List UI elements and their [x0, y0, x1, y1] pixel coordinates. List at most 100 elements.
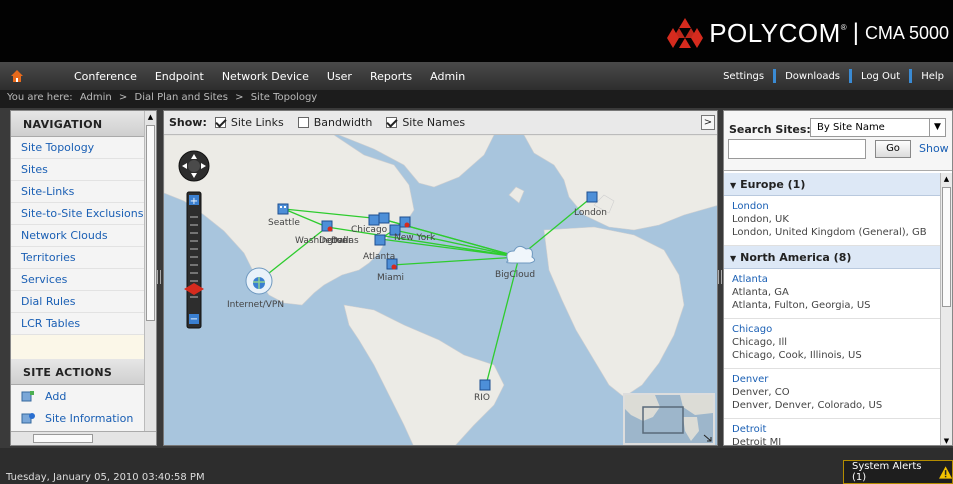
- right-splitter[interactable]: [718, 270, 722, 284]
- menu-admin[interactable]: Admin: [430, 70, 465, 83]
- nav-services[interactable]: Services: [11, 269, 145, 291]
- nav-network-clouds[interactable]: Network Clouds: [11, 225, 145, 247]
- scroll-down-icon[interactable]: ▼: [941, 435, 952, 445]
- header: POLYCOM ® | CMA 5000: [0, 0, 953, 62]
- left-splitter[interactable]: [157, 270, 161, 284]
- scroll-up-icon[interactable]: ▲: [941, 173, 952, 185]
- label-seattle: Seattle: [268, 218, 300, 228]
- breadcrumb-sep: >: [118, 92, 128, 103]
- site-node-seattle[interactable]: [277, 203, 289, 215]
- right-panel-scrollbar[interactable]: ▲ ▼: [940, 173, 952, 445]
- nav-lcr-tables[interactable]: LCR Tables: [11, 313, 145, 335]
- label-atlanta: Atlanta: [363, 252, 395, 262]
- site-item-denver[interactable]: Denver Denver, CO Denver, Denver, Colora…: [724, 369, 942, 419]
- site-node-detroit[interactable]: [378, 212, 390, 224]
- site-location: Denver, CO: [732, 387, 790, 398]
- hscroll-thumb[interactable]: [33, 434, 93, 443]
- expand-icon: ▼: [730, 254, 737, 263]
- scroll-up-icon[interactable]: ▲: [145, 111, 156, 123]
- left-panel-scrollbar[interactable]: ▲: [144, 111, 156, 431]
- site-address: Chicago, Cook, Illinois, US: [732, 350, 862, 361]
- breadcrumb: You are here: Admin > Dial Plan and Site…: [0, 90, 953, 108]
- show-options-bar: Show: Site Links Bandwidth Site Names >: [164, 111, 717, 135]
- breadcrumb-dial-plan[interactable]: Dial Plan and Sites: [135, 92, 228, 103]
- brand-name: POLYCOM: [709, 17, 841, 48]
- site-location: London, UK: [732, 214, 789, 225]
- site-names-checkbox[interactable]: Site Names: [386, 116, 465, 129]
- menu-user[interactable]: User: [327, 70, 352, 83]
- cloud-node-internet-vpn[interactable]: [245, 267, 273, 295]
- site-info-icon: [21, 413, 35, 424]
- menu-conference[interactable]: Conference: [74, 70, 137, 83]
- site-links-checkbox[interactable]: Site Links: [214, 116, 284, 129]
- site-results-list: ▼ Europe (1) London London, UK London, Un…: [724, 173, 942, 446]
- checkbox-checked-icon: [386, 117, 398, 128]
- bandwidth-label: Bandwidth: [313, 116, 373, 129]
- search-mode-select[interactable]: By Site Name ▼: [810, 118, 946, 137]
- status-bar: Tuesday, January 05, 2010 03:40:58 PM Sy…: [0, 448, 953, 484]
- current-datetime: Tuesday, January 05, 2010 03:40:58 PM: [6, 472, 205, 483]
- help-link[interactable]: Help: [912, 71, 953, 82]
- home-icon[interactable]: [0, 62, 34, 90]
- site-item-chicago[interactable]: Chicago Chicago, Ill Chicago, Cook, Illi…: [724, 319, 942, 369]
- logout-link[interactable]: Log Out: [852, 71, 909, 82]
- svg-text:−: −: [190, 314, 198, 325]
- site-name[interactable]: Denver: [732, 373, 942, 386]
- menu-endpoint[interactable]: Endpoint: [155, 70, 204, 83]
- collapse-panel-button[interactable]: >: [701, 115, 715, 130]
- site-node-atlanta[interactable]: [374, 234, 386, 246]
- action-site-information[interactable]: Site Information: [11, 407, 145, 429]
- group-north-america[interactable]: ▼ North America (8): [724, 246, 942, 269]
- warning-icon: [938, 465, 952, 479]
- search-label: Search Sites:: [729, 123, 811, 136]
- breadcrumb-admin[interactable]: Admin: [80, 92, 112, 103]
- label-washington: Washington: [295, 236, 348, 246]
- nav-site-to-site-exclusions[interactable]: Site-to-Site Exclusions: [11, 203, 145, 225]
- nav-territories[interactable]: Territories: [11, 247, 145, 269]
- nav-sites[interactable]: Sites: [11, 159, 145, 181]
- site-item-atlanta[interactable]: Atlanta Atlanta, GA Atlanta, Fulton, Geo…: [724, 269, 942, 319]
- site-node-newyork[interactable]: [399, 216, 411, 228]
- group-europe-label: Europe (1): [740, 178, 806, 191]
- action-add[interactable]: Add: [11, 385, 145, 407]
- topology-map-panel: Show: Site Links Bandwidth Site Names >: [163, 110, 718, 446]
- scroll-thumb[interactable]: [942, 187, 951, 307]
- site-item-london[interactable]: London London, UK London, United Kingdom…: [724, 196, 942, 246]
- svg-text:+: +: [190, 196, 198, 207]
- site-node-london[interactable]: [586, 191, 598, 203]
- brand-mark: ®: [840, 22, 847, 32]
- right-panel: Search Sites: By Site Name ▼ Go Show All…: [723, 110, 953, 446]
- left-panel-hscrollbar[interactable]: [11, 431, 156, 445]
- search-area: Search Sites: By Site Name ▼ Go Show All: [724, 111, 952, 171]
- site-name[interactable]: Atlanta: [732, 273, 942, 286]
- site-node-chicago[interactable]: [368, 214, 380, 226]
- site-name[interactable]: Chicago: [732, 323, 942, 336]
- downloads-link[interactable]: Downloads: [776, 71, 849, 82]
- show-all-link[interactable]: Show All: [919, 142, 952, 155]
- nav-dial-rules[interactable]: Dial Rules: [11, 291, 145, 313]
- site-node-denver[interactable]: [321, 220, 333, 232]
- system-alerts-button[interactable]: System Alerts (1): [843, 460, 953, 484]
- nav-site-topology[interactable]: Site Topology: [11, 137, 145, 159]
- site-item-detroit[interactable]: Detroit Detroit MI: [724, 419, 942, 446]
- site-name[interactable]: London: [732, 200, 942, 213]
- site-name[interactable]: Detroit: [732, 423, 942, 436]
- scroll-thumb[interactable]: [146, 125, 155, 321]
- group-europe[interactable]: ▼ Europe (1): [724, 173, 942, 196]
- checkbox-checked-icon: [214, 117, 226, 128]
- nav-site-links[interactable]: Site-Links: [11, 181, 145, 203]
- bandwidth-checkbox[interactable]: Bandwidth: [297, 116, 373, 129]
- go-button[interactable]: Go: [875, 140, 911, 158]
- site-location: Detroit MI: [732, 437, 782, 446]
- site-node-rio[interactable]: [479, 379, 491, 391]
- zoom-control[interactable]: + −: [184, 191, 204, 329]
- pan-control[interactable]: [178, 150, 210, 182]
- search-input[interactable]: [728, 139, 866, 159]
- chevron-down-icon[interactable]: ▼: [929, 119, 945, 136]
- left-panel: NAVIGATION Site Topology Sites Site-Link…: [10, 110, 157, 446]
- menu-network-device[interactable]: Network Device: [222, 70, 309, 83]
- site-location: Atlanta, GA: [732, 287, 789, 298]
- settings-link[interactable]: Settings: [714, 71, 773, 82]
- menu-reports[interactable]: Reports: [370, 70, 412, 83]
- overview-minimap[interactable]: [623, 393, 715, 445]
